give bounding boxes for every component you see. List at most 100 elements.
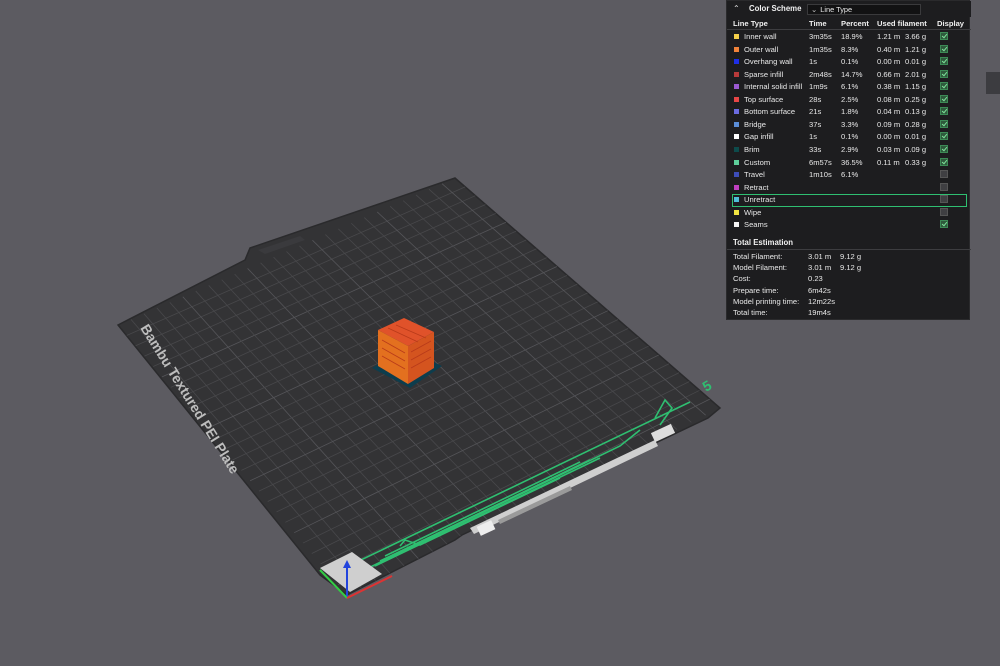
estimation-row: Model Filament: 3.01 m 9.12 g [733, 263, 963, 274]
header-divider [727, 29, 971, 30]
display-checkbox[interactable] [940, 195, 948, 204]
display-checkbox[interactable] [940, 119, 948, 128]
estimation-value: 12m22s [808, 296, 836, 306]
estimation-value: 19m4s [808, 308, 831, 317]
color-swatch [734, 209, 739, 215]
estimation-label: Prepare time: [733, 285, 779, 295]
display-checkbox[interactable] [940, 82, 948, 91]
color-swatch [734, 34, 739, 39]
line-type-weight: 0.13 g [905, 107, 927, 117]
color-scheme-row: ⌃ Color Scheme ⌄ Line Type [727, 1, 971, 17]
color-swatch [734, 109, 739, 115]
line-type-percent: 2.9% [841, 144, 859, 154]
line-type-filament: 0.04 m [877, 107, 901, 117]
line-type-time: 28s [809, 94, 822, 104]
display-checkbox[interactable] [940, 132, 948, 141]
line-type-percent: 2.5% [841, 94, 859, 104]
line-type-time: 1m35s [809, 44, 832, 54]
line-type-weight: 1.15 g [905, 82, 927, 92]
line-type-percent: 6.1% [841, 170, 859, 180]
line-type-weight: 3.66 g [905, 32, 927, 41]
legend-row[interactable]: Inner wall 3m35s 18.9% 1.21 m 3.66 g [727, 31, 971, 44]
legend-row[interactable]: Custom 6m57s 36.5% 0.11 m 0.33 g [727, 157, 971, 170]
line-type-filament: 0.00 m [877, 132, 901, 142]
legend-row[interactable]: Unretract [732, 194, 967, 207]
display-checkbox[interactable] [940, 32, 948, 40]
display-checkbox[interactable] [940, 144, 948, 153]
legend-row[interactable]: Seams [727, 219, 971, 232]
line-type-time: 1s [809, 57, 818, 67]
legend-row[interactable]: Retract [727, 182, 971, 195]
color-swatch [734, 121, 739, 127]
line-type-filament: 0.09 m [877, 119, 901, 129]
estimation-label: Model printing time: [733, 296, 800, 306]
side-toolbar-fragment[interactable] [986, 72, 1000, 94]
display-checkbox[interactable] [940, 69, 948, 78]
estimation-label: Model Filament: [733, 263, 788, 273]
color-swatch [734, 197, 739, 203]
estimation-value: 0.23 [808, 274, 823, 284]
estimation-value: 6m42s [808, 285, 831, 295]
display-checkbox[interactable] [940, 44, 948, 53]
line-type-time: 6m57s [809, 157, 832, 167]
legend-panel: ⌃ Color Scheme ⌄ Line Type Line Type Time… [726, 0, 971, 320]
line-type-name: Gap infill [744, 132, 774, 142]
estimation-row: Total time: 19m4s [733, 308, 963, 319]
line-type-filament: 0.08 m [877, 94, 901, 104]
line-type-filament: 0.40 m [877, 44, 901, 54]
display-checkbox[interactable] [940, 182, 948, 191]
line-type-filament: 0.11 m [877, 157, 900, 167]
header-percent: Percent [841, 19, 869, 28]
display-checkbox[interactable] [940, 157, 948, 166]
header-display: Display [937, 19, 965, 28]
legend-row[interactable]: Overhang wall 1s 0.1% 0.00 m 0.01 g [727, 56, 971, 69]
legend-row[interactable]: Bridge 37s 3.3% 0.09 m 0.28 g [727, 119, 971, 132]
estimation-row: Prepare time: 6m42s [733, 286, 963, 297]
line-type-name: Unretract [744, 195, 776, 205]
line-type-name: Top surface [744, 94, 784, 104]
legend-row[interactable]: Travel 1m10s 6.1% [727, 169, 971, 182]
line-type-percent: 6.1% [841, 82, 859, 92]
estimation-row: Total Filament: 3.01 m 9.12 g [733, 252, 963, 263]
display-checkbox[interactable] [940, 170, 948, 179]
display-checkbox[interactable] [940, 94, 948, 103]
display-checkbox[interactable] [940, 107, 948, 116]
color-swatch [734, 96, 739, 102]
legend-row[interactable]: Gap infill 1s 0.1% 0.00 m 0.01 g [727, 131, 971, 144]
estimation-value: 3.01 m [808, 263, 832, 273]
color-scheme-dropdown[interactable]: ⌄ Line Type [807, 4, 921, 15]
display-checkbox[interactable] [940, 207, 948, 216]
estimation-row: Cost: 0.23 [733, 274, 963, 285]
line-type-filament: 0.66 m [877, 69, 901, 79]
color-swatch [734, 46, 739, 52]
line-type-time: 1s [809, 132, 818, 142]
line-type-weight: 1.21 g [905, 44, 927, 54]
color-swatch [734, 134, 739, 140]
legend-row[interactable]: Top surface 28s 2.5% 0.08 m 0.25 g [727, 94, 971, 107]
display-checkbox[interactable] [940, 57, 948, 66]
line-type-time: 33s [809, 144, 822, 154]
legend-row[interactable]: Bottom surface 21s 1.8% 0.04 m 0.13 g [727, 106, 971, 119]
legend-row[interactable]: Internal solid infill 1m9s 6.1% 0.38 m 1.15 … [727, 81, 971, 94]
legend-row[interactable]: Brim 33s 2.9% 0.03 m 0.09 g [727, 144, 971, 157]
line-type-name: Wipe [744, 207, 762, 217]
estimation-divider [727, 249, 971, 250]
legend-row[interactable]: Outer wall 1m35s 8.3% 0.40 m 1.21 g [727, 44, 971, 57]
line-type-filament: 1.21 m [877, 32, 901, 41]
display-checkbox[interactable] [940, 220, 948, 229]
line-type-time: 37s [809, 119, 822, 129]
color-swatch [734, 222, 739, 228]
line-type-time: 2m48s [809, 69, 832, 79]
color-swatch [734, 159, 739, 165]
header-line-type: Line Type [733, 19, 768, 28]
chevron-down-icon: ⌄ [811, 5, 818, 14]
line-type-name: Inner wall [744, 32, 777, 41]
legend-row[interactable]: Sparse infill 2m48s 14.7% 0.66 m 2.01 g [727, 69, 971, 82]
line-type-name: Overhang wall [744, 57, 793, 67]
collapse-icon[interactable]: ⌃ [733, 4, 742, 13]
line-type-weight: 2.01 g [905, 69, 927, 79]
color-swatch [734, 71, 739, 77]
line-type-percent: 0.1% [841, 132, 859, 142]
legend-row[interactable]: Wipe [727, 207, 971, 220]
line-type-name: Internal solid infill [744, 82, 803, 92]
